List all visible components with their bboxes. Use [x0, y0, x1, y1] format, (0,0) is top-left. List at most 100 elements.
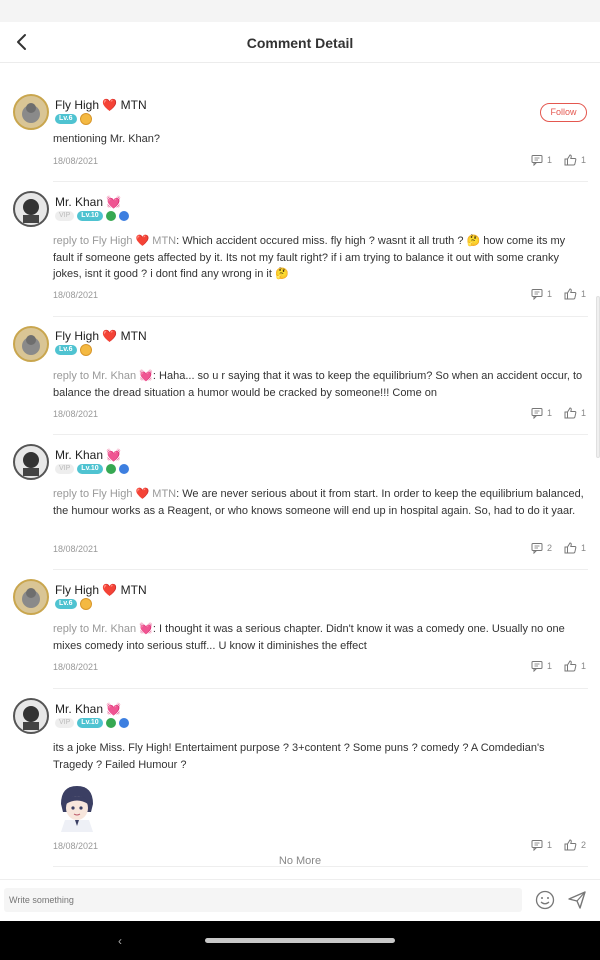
comment-text: reply to Fly High ❤️ MTN: We are never s… [53, 488, 584, 517]
comment-date: 18/08/2021 [53, 409, 99, 419]
comment-actions: 1 1 [531, 660, 586, 672]
blue-badge-icon [118, 717, 129, 728]
like-button[interactable]: 1 [564, 288, 586, 300]
green-badge-icon [105, 463, 116, 474]
reply-button[interactable]: 1 [531, 154, 552, 166]
like-button[interactable]: 1 [564, 542, 586, 554]
reply-count: 1 [546, 840, 552, 850]
thumbs-up-icon [564, 660, 577, 672]
blue-badge-icon [118, 210, 129, 221]
avatar-image-icon [22, 588, 40, 608]
comment-actions: 1 2 [531, 839, 586, 851]
medal-icon [79, 343, 92, 356]
home-gesture-bar[interactable] [205, 938, 395, 943]
header: Comment Detail [0, 22, 600, 63]
like-button[interactable]: 1 [564, 407, 586, 419]
like-count: 1 [580, 289, 586, 299]
comment-composer [0, 879, 600, 921]
green-badge-icon [105, 717, 116, 728]
thumbs-up-icon [564, 288, 577, 300]
avatar[interactable] [13, 94, 49, 130]
comment-icon [531, 840, 543, 851]
user-badges: VIP Lv.10 [55, 463, 129, 474]
reply-count: 1 [546, 155, 552, 165]
follow-button[interactable]: Follow [540, 103, 587, 122]
comment-actions: 1 1 [531, 154, 586, 166]
vip-badge: VIP [55, 717, 75, 728]
like-count: 1 [580, 155, 586, 165]
avatar[interactable] [13, 326, 49, 362]
user-badges: Lv.6 [55, 112, 92, 125]
comment-author[interactable]: Fly High ❤️ MTN [55, 98, 147, 112]
green-badge-icon [105, 210, 116, 221]
comment-input[interactable] [4, 888, 522, 912]
comment-icon [531, 543, 543, 554]
comment-date: 18/08/2021 [53, 156, 99, 166]
like-count: 1 [580, 661, 586, 671]
comment-date: 18/08/2021 [53, 290, 99, 300]
reply-button[interactable]: 1 [531, 660, 552, 672]
like-button[interactable]: 1 [564, 660, 586, 672]
reply-count: 1 [546, 408, 552, 418]
comment-text: mentioning Mr. Khan? [53, 133, 161, 145]
comment-author[interactable]: Mr. Khan 💓 [55, 195, 121, 209]
avatar[interactable] [13, 444, 49, 480]
comment-author[interactable]: Mr. Khan 💓 [55, 448, 121, 462]
like-button[interactable]: 2 [564, 839, 586, 851]
avatar[interactable] [13, 698, 49, 734]
comment-icon [531, 408, 543, 419]
divider [53, 569, 588, 570]
like-count: 2 [580, 840, 586, 850]
avatar-image-icon [23, 706, 39, 730]
thumbs-up-icon [564, 542, 577, 554]
avatar-image-icon [22, 335, 40, 355]
page-title: Comment Detail [246, 35, 354, 51]
divider [53, 688, 588, 689]
vip-badge: VIP [55, 210, 75, 221]
blue-badge-icon [118, 463, 129, 474]
send-icon[interactable] [568, 891, 586, 909]
reply-to-label[interactable]: reply to Mr. Khan 💓 [53, 370, 153, 382]
comment-icon [531, 289, 543, 300]
comment-text: reply to Mr. Khan 💓: I thought it was a … [53, 623, 565, 652]
status-bar [0, 0, 600, 22]
comment-author[interactable]: Fly High ❤️ MTN [55, 583, 147, 597]
sticker-image[interactable] [55, 782, 99, 832]
level-badge: Lv.6 [55, 598, 77, 609]
level-badge: Lv.10 [77, 210, 103, 221]
reply-to-label[interactable]: reply to Mr. Khan 💓 [53, 623, 153, 635]
divider [53, 316, 588, 317]
comment-date: 18/08/2021 [53, 841, 99, 851]
comment-actions: 1 1 [531, 288, 586, 300]
reply-button[interactable]: 1 [531, 288, 552, 300]
comment-actions: 1 1 [531, 407, 586, 419]
comment-actions: 2 1 [531, 542, 586, 554]
reply-button[interactable]: 1 [531, 407, 552, 419]
user-badges: VIP Lv.10 [55, 717, 129, 728]
avatar[interactable] [13, 579, 49, 615]
vip-badge: VIP [55, 463, 75, 474]
user-badges: VIP Lv.10 [55, 210, 129, 221]
system-nav-bar: ‹ [0, 921, 600, 960]
avatar[interactable] [13, 191, 49, 227]
comment-icon [531, 661, 543, 672]
avatar-image-icon [22, 103, 40, 123]
like-count: 1 [580, 543, 586, 553]
comment-text: reply to Mr. Khan 💓: Haha... so u r sayi… [53, 370, 583, 399]
thumbs-up-icon [564, 407, 577, 419]
end-of-list-label: No More [278, 855, 322, 867]
reply-count: 1 [546, 661, 552, 671]
reply-button[interactable]: 1 [531, 839, 552, 851]
nav-back-icon[interactable]: ‹ [118, 934, 122, 948]
comment-author[interactable]: Fly High ❤️ MTN [55, 329, 147, 343]
like-button[interactable]: 1 [564, 154, 586, 166]
reply-to-label[interactable]: reply to Fly High ❤️ MTN [53, 235, 176, 247]
reply-to-label[interactable]: reply to Fly High ❤️ MTN [53, 488, 176, 500]
emoji-icon[interactable] [535, 890, 555, 910]
comment-text: its a joke Miss. Fly High! Entertaiment … [53, 742, 545, 771]
divider [53, 434, 588, 435]
reply-count: 1 [546, 289, 552, 299]
reply-button[interactable]: 2 [531, 542, 552, 554]
comment-author[interactable]: Mr. Khan 💓 [55, 702, 121, 716]
user-badges: Lv.6 [55, 343, 92, 356]
